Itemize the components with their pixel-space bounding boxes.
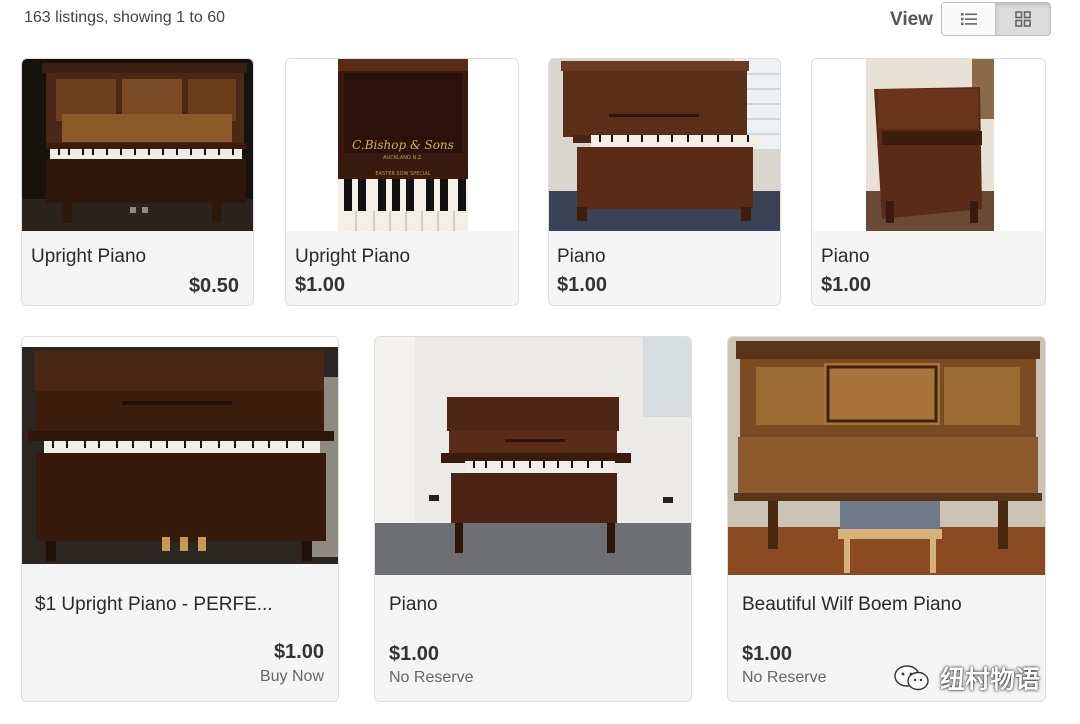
results-header: 163 listings, showing 1 to 60 View <box>0 0 1080 40</box>
piano-photo <box>375 337 691 575</box>
maker-model-text: EASTER SOW SPECIAL <box>375 171 430 177</box>
listing-card[interactable]: Piano $1.00 <box>548 58 781 306</box>
listing-format: Buy Now <box>259 668 324 685</box>
piano-photo <box>728 337 1045 575</box>
listing-title[interactable]: Piano <box>557 246 772 268</box>
listing-title[interactable]: Upright Piano <box>31 246 246 268</box>
listing-photo[interactable] <box>549 59 780 231</box>
maker-city-text: AUCKLAND N.Z. <box>383 155 423 161</box>
listing-price: $1.00 <box>742 643 793 665</box>
maker-plate-text: C.Bishop & Sons <box>352 138 454 152</box>
listing-title[interactable]: Piano <box>389 594 679 616</box>
listing-price: $1.00 <box>273 641 324 663</box>
listing-card[interactable]: $1 Upright Piano - PERFE... $1.00 Buy No… <box>21 336 339 702</box>
listing-photo[interactable] <box>375 337 691 575</box>
view-label: View <box>890 9 933 30</box>
listing-title[interactable]: Beautiful Wilf Boem Piano <box>742 594 1037 616</box>
grid-view-button[interactable] <box>996 3 1050 35</box>
piano-photo: C.Bishop & Sons AUCKLAND N.Z. EASTER SOW… <box>286 59 518 231</box>
listing-photo[interactable] <box>728 337 1045 575</box>
wechat-icon <box>894 665 929 691</box>
listing-card[interactable]: C.Bishop & Sons AUCKLAND N.Z. EASTER SOW… <box>285 58 519 306</box>
listing-card[interactable]: Piano $1.00 No Reserve <box>374 336 692 702</box>
listing-price: $0.50 <box>188 275 239 297</box>
watermark: 纽村物语 <box>892 662 1052 694</box>
grid-icon <box>1015 11 1031 27</box>
listing-format: No Reserve <box>742 669 827 686</box>
list-icon <box>960 13 977 26</box>
listing-photo[interactable] <box>812 59 1045 231</box>
listing-title[interactable]: $1 Upright Piano - PERFE... <box>35 594 330 616</box>
listing-title[interactable]: Piano <box>821 246 1036 268</box>
view-mode-toggle <box>941 2 1051 36</box>
listing-photo[interactable] <box>22 337 338 564</box>
listing-price: $1.00 <box>389 643 440 665</box>
listing-price: $1.00 <box>295 274 346 296</box>
piano-photo <box>22 337 338 564</box>
watermark-text: 纽村物语 <box>940 665 1041 694</box>
piano-photo <box>22 59 253 231</box>
listing-card[interactable]: Upright Piano $0.50 <box>21 58 254 306</box>
listing-count: 163 listings, showing 1 to 60 <box>24 9 226 26</box>
listing-format: No Reserve <box>389 669 474 686</box>
listing-price: $1.00 <box>557 274 608 296</box>
listing-photo[interactable]: C.Bishop & Sons AUCKLAND N.Z. EASTER SOW… <box>286 59 518 231</box>
listing-title[interactable]: Upright Piano <box>295 246 510 268</box>
listing-card[interactable]: Beautiful Wilf Boem Piano $1.00 No Reser… <box>727 336 1046 702</box>
listing-photo[interactable] <box>22 59 253 231</box>
piano-photo <box>549 59 780 231</box>
listing-card[interactable]: Piano $1.00 <box>811 58 1046 306</box>
piano-photo <box>812 59 1045 231</box>
listing-price: $1.00 <box>821 274 872 296</box>
list-view-button[interactable] <box>942 3 997 35</box>
